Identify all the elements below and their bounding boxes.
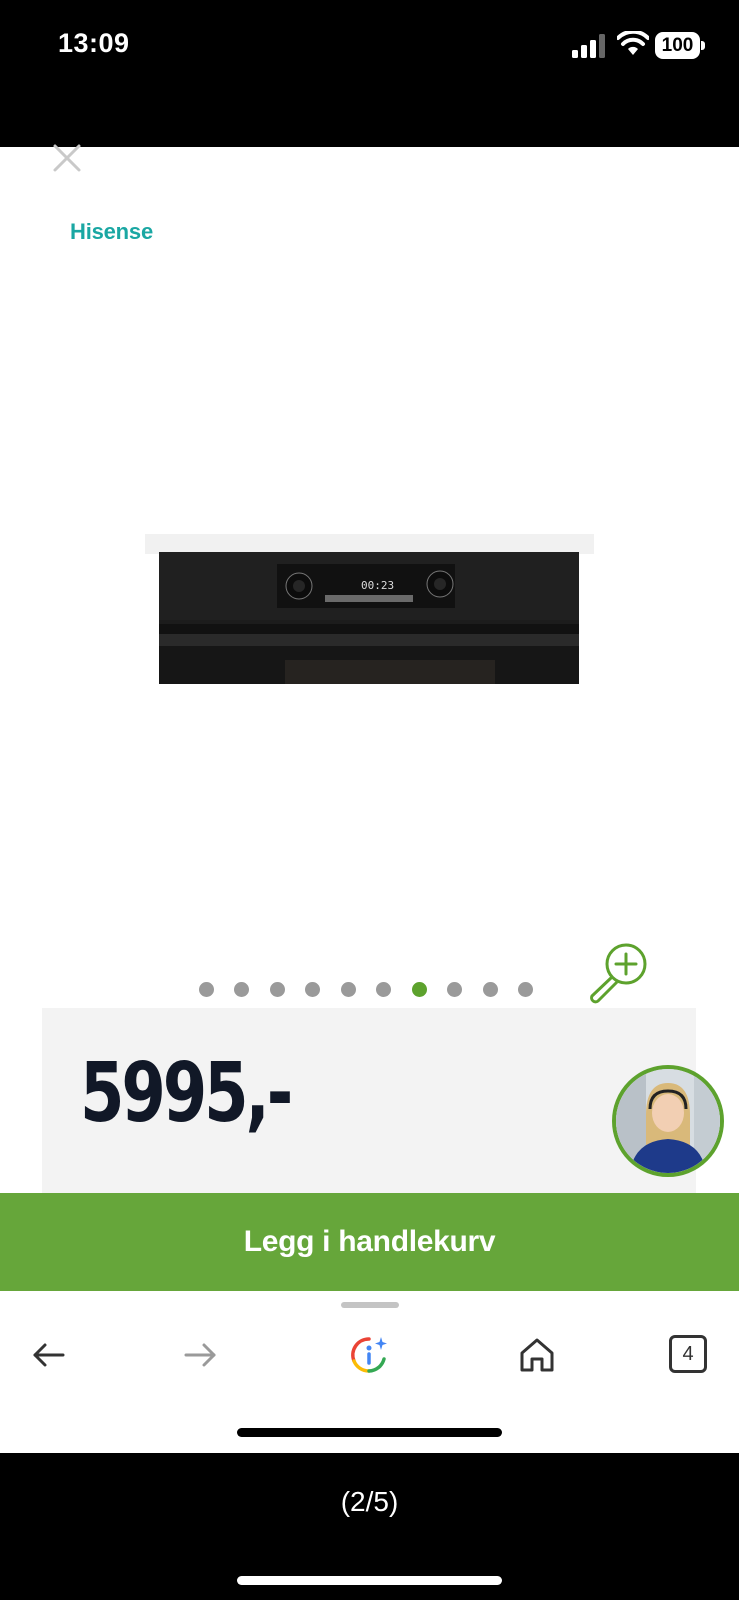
status-bar: 13:09 100: [0, 0, 739, 147]
customer-service-avatar[interactable]: [612, 1065, 724, 1177]
signal-icon: [572, 34, 605, 58]
carousel-dot[interactable]: [447, 982, 462, 997]
carousel-dot[interactable]: [341, 982, 356, 997]
battery-icon: 100: [655, 32, 705, 59]
close-icon[interactable]: [47, 138, 87, 178]
back-arrow-icon[interactable]: [29, 1335, 69, 1375]
google-lens-icon[interactable]: [349, 1335, 389, 1375]
tabs-count: 4: [682, 1342, 694, 1365]
forward-arrow-icon[interactable]: [180, 1335, 220, 1375]
oven-display-time: 00:23: [361, 579, 394, 592]
home-indicator: [237, 1576, 502, 1585]
brand-logo: Hisense: [70, 219, 153, 244]
home-icon[interactable]: [517, 1335, 557, 1375]
carousel-dot[interactable]: [234, 982, 249, 997]
carousel-dot[interactable]: [199, 982, 214, 997]
page-counter: (2/5): [340, 1486, 399, 1517]
tabs-icon[interactable]: 4: [669, 1335, 707, 1373]
carousel-dot-active[interactable]: [412, 982, 427, 997]
carousel-dot[interactable]: [305, 982, 320, 997]
sheet-drag-handle[interactable]: [341, 1302, 399, 1308]
image-carousel-dots: [199, 982, 539, 998]
carousel-dot[interactable]: [376, 982, 391, 997]
product-price: 5995,-: [80, 1046, 293, 1141]
carousel-dot[interactable]: [518, 982, 533, 997]
wifi-icon: [617, 31, 649, 55]
product-image[interactable]: 00:23: [145, 534, 594, 684]
carousel-dot[interactable]: [270, 982, 285, 997]
status-time: 13:09: [58, 28, 130, 58]
battery-level: 100: [655, 32, 700, 59]
add-to-cart-button[interactable]: Legg i handlekurv: [0, 1193, 739, 1291]
avatar-image: [616, 1069, 720, 1173]
carousel-dot[interactable]: [483, 982, 498, 997]
zoom-in-icon[interactable]: [584, 940, 650, 1004]
home-indicator: [237, 1428, 502, 1437]
